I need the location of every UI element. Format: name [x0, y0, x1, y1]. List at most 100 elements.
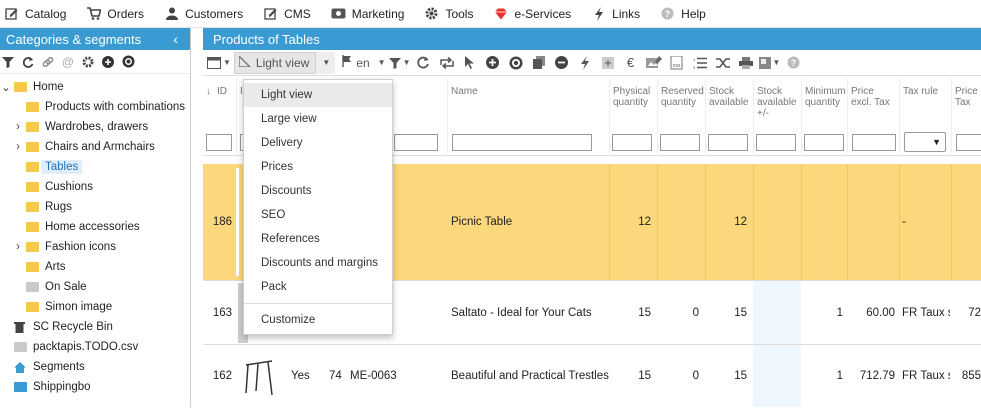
chevron-down-icon[interactable]: ⌄ [0, 80, 12, 94]
bolt-icon[interactable] [575, 52, 595, 74]
window-icon[interactable]: ▼ [758, 52, 780, 74]
cell-reference: ME-0063 [350, 370, 397, 382]
refresh-icon[interactable] [414, 52, 434, 74]
column-price-tax[interactable]: Price Tax [951, 78, 981, 156]
filter-input[interactable] [956, 134, 981, 151]
dropdown-item-discounts-margins[interactable]: Discounts and margins [244, 251, 392, 275]
filter-name-input[interactable] [452, 134, 592, 151]
filter-tax-rule-select[interactable]: ▼ [904, 132, 946, 152]
dropdown-item-delivery[interactable]: Delivery [244, 131, 392, 155]
column-physical-quantity[interactable]: Physical quantity [609, 78, 657, 156]
globe-icon[interactable] [121, 55, 135, 69]
tree-node[interactable]: › Fashion icons [0, 237, 190, 257]
tree-node-recycle-bin[interactable]: SC Recycle Bin [0, 317, 190, 337]
dropdown-item-discounts[interactable]: Discounts [244, 179, 392, 203]
remove-icon[interactable] [552, 52, 572, 74]
at-icon[interactable]: @ [61, 55, 75, 69]
dropdown-item-prices[interactable]: Prices [244, 155, 392, 179]
shuffle-icon[interactable] [713, 52, 733, 74]
dropdown-item-large-view[interactable]: Large view [244, 107, 392, 131]
folder-icon [26, 122, 39, 132]
menu-marketing[interactable]: Marketing [331, 6, 404, 21]
link-icon[interactable] [41, 55, 55, 69]
filter-input[interactable] [708, 134, 748, 151]
product-thumbnail [236, 168, 239, 276]
tree-node[interactable]: Cushions [0, 177, 190, 197]
help-icon[interactable]: ? [783, 52, 803, 74]
cell-minimum-quantity: 1 [836, 370, 843, 382]
tree-node[interactable]: Home accessories [0, 217, 190, 237]
dropdown-item-references[interactable]: References [244, 227, 392, 251]
folder-icon [26, 282, 39, 292]
sort-list-icon[interactable]: 13 [690, 52, 710, 74]
print-icon[interactable] [736, 52, 756, 74]
tree-node-csv[interactable]: packtapis.TODO.csv [0, 337, 190, 357]
tree-node-home[interactable]: ⌄ Home [0, 77, 190, 97]
chevron-right-icon[interactable]: › [12, 121, 24, 133]
cell-physical-quantity: 15 [638, 370, 651, 382]
refresh-icon[interactable] [21, 55, 35, 69]
tree-node-selected[interactable]: Tables [0, 157, 190, 177]
table-row[interactable]: 162 Yes 74 ME-0063 Beautiful and Practic… [203, 345, 981, 407]
tree-node[interactable]: › Wardrobes, drawers [0, 117, 190, 137]
filter-icon[interactable]: ▼ [388, 52, 411, 74]
menu-cms[interactable]: CMS [263, 6, 311, 21]
globe-icon[interactable] [506, 52, 526, 74]
filter-input[interactable] [804, 134, 844, 151]
view-dropdown-toggle[interactable]: ▼ [315, 51, 336, 74]
menu-customers[interactable]: Customers [164, 6, 243, 21]
column-stock-available[interactable]: Stock available [705, 78, 753, 156]
menu-eservices[interactable]: e-Services [493, 6, 571, 21]
tree-node[interactable]: Rugs [0, 197, 190, 217]
dropdown-item-pack[interactable]: Pack [244, 275, 392, 299]
filter-id-input[interactable] [206, 134, 232, 151]
sort-desc-icon: ↓ [206, 86, 211, 97]
tree-node[interactable]: › Chairs and Armchairs [0, 137, 190, 157]
menu-tools[interactable]: Tools [424, 6, 473, 21]
filter-input[interactable] [660, 134, 700, 151]
column-price-excl-tax[interactable]: Price excl. Tax [847, 78, 899, 156]
folder-icon [14, 342, 27, 352]
column-name[interactable]: Name [447, 78, 609, 156]
add-icon[interactable] [483, 52, 503, 74]
column-minimum-quantity[interactable]: Minimum quantity [801, 78, 847, 156]
tree-node[interactable]: Arts [0, 257, 190, 277]
svg-text:1: 1 [693, 57, 696, 62]
gear-icon[interactable] [81, 55, 95, 69]
dropdown-item-customize[interactable]: Customize [244, 308, 392, 332]
menu-links[interactable]: Links [591, 6, 640, 21]
tree-node[interactable]: Simon image [0, 297, 190, 317]
column-tax-rule[interactable]: Tax rule ▼ [899, 78, 951, 156]
tree-node-segments[interactable]: Segments [0, 357, 190, 377]
tree-node[interactable]: Products with combinations [0, 97, 190, 117]
filter-input[interactable] [852, 134, 896, 151]
filter-input[interactable] [612, 134, 652, 151]
view-select-button[interactable]: Light view [233, 51, 317, 74]
collapse-icon[interactable]: ‹ [173, 31, 178, 47]
dropdown-item-seo[interactable]: SEO [244, 203, 392, 227]
column-id[interactable]: ↓ ID [203, 78, 236, 156]
filter-icon[interactable] [1, 55, 15, 69]
menu-help[interactable]: ? Help [660, 6, 706, 21]
grid-icon[interactable]: ▼ [207, 52, 231, 74]
filter-input[interactable] [394, 134, 438, 151]
tree-node[interactable]: On Sale [0, 277, 190, 297]
menu-catalog[interactable]: Catalog [4, 6, 66, 21]
filter-input[interactable] [756, 134, 796, 151]
image-icon[interactable] [644, 52, 664, 74]
language-select[interactable]: en ▼ [342, 52, 386, 74]
column-reserved-quantity[interactable]: Reserved quantity [657, 78, 705, 156]
cursor-icon[interactable] [460, 52, 480, 74]
sync-icon[interactable] [437, 52, 457, 74]
add-icon[interactable] [101, 55, 115, 69]
tree-node-shippingbo[interactable]: Shippingbo [0, 377, 190, 397]
euro-icon[interactable]: € [621, 52, 641, 74]
chevron-right-icon[interactable]: › [12, 241, 24, 253]
chevron-right-icon[interactable]: › [12, 141, 24, 153]
column-stock-available-plus-minus[interactable]: Stock available +/- [753, 78, 801, 156]
menu-orders[interactable]: Orders [86, 6, 144, 21]
add-box-icon[interactable] [598, 52, 618, 74]
dropdown-item-light-view[interactable]: Light view [244, 83, 392, 107]
copy-icon[interactable] [529, 52, 549, 74]
csv-icon[interactable]: csv [667, 52, 687, 74]
